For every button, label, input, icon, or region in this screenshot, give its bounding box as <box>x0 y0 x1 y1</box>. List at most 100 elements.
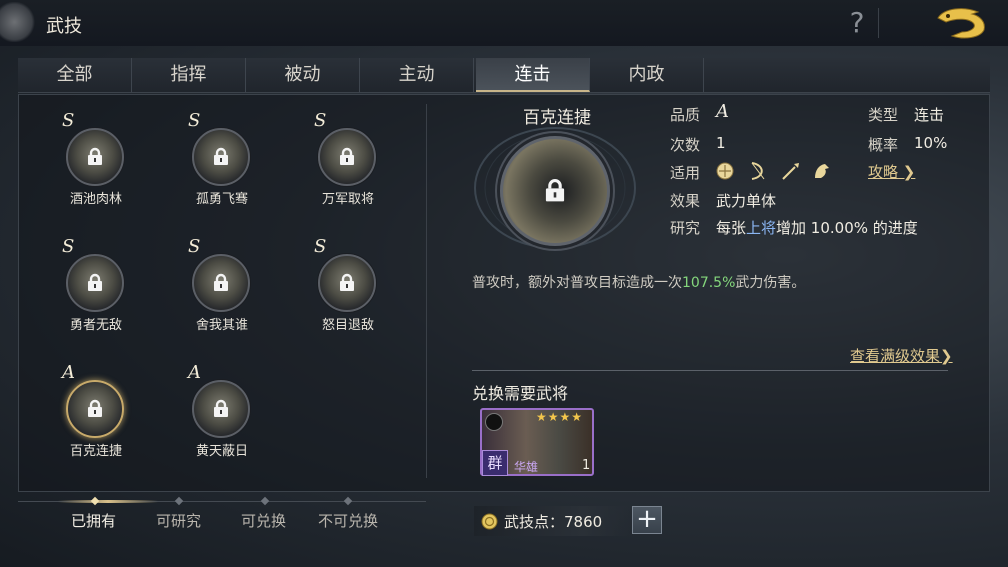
dragon-emblem-icon <box>0 2 36 42</box>
shield-icon <box>716 162 734 180</box>
lock-icon <box>88 399 102 417</box>
research-pre: 每张 <box>716 219 747 237</box>
panel-divider <box>426 104 427 478</box>
tab-passive[interactable]: 被动 <box>246 58 360 92</box>
chevron-right-icon: ❯ <box>940 347 953 365</box>
back-button[interactable] <box>934 4 990 42</box>
skill-name: 酒池肉林 <box>69 192 122 207</box>
filter-exchangeable[interactable]: 可兑换 <box>241 510 286 531</box>
category-tabs: 全部 指挥 被动 主动 连击 内政 <box>18 58 990 93</box>
apply-label: 适用 <box>670 164 701 182</box>
skill-name: 舍我其谁 <box>195 318 248 333</box>
filter-dot <box>343 496 353 506</box>
strategy-link-label: 攻略 <box>868 163 899 181</box>
research-label: 研究 <box>670 219 701 237</box>
skill-portrait <box>66 128 124 186</box>
tab-active[interactable]: 主动 <box>360 58 474 92</box>
star-rating: ★★★★ <box>536 410 584 424</box>
type-value: 连击 <box>914 106 945 124</box>
detail-portrait <box>500 136 610 246</box>
full-effect-label: 查看满级效果 <box>850 347 941 365</box>
quality-label: 品质 <box>670 106 701 124</box>
faction-badge: 群 <box>482 450 508 476</box>
lock-icon <box>88 147 102 165</box>
coin-icon <box>481 513 498 530</box>
desc-post: 武力伤害。 <box>735 275 806 291</box>
skill-name: 百克连捷 <box>69 444 122 459</box>
tab-all[interactable]: 全部 <box>18 58 132 92</box>
desc-highlight: 107.5% <box>682 275 736 291</box>
skill-portrait <box>318 254 376 312</box>
skill-portrait <box>318 128 376 186</box>
count-value: 1 <box>716 134 726 152</box>
quality-value: A <box>716 101 729 122</box>
add-points-button[interactable]: + <box>632 506 662 534</box>
effect-label: 效果 <box>670 192 701 210</box>
skill-rank: A <box>62 362 75 383</box>
skill-rank: A <box>188 362 201 383</box>
tab-domestic[interactable]: 内政 <box>590 58 704 92</box>
skill-name: 怒目退敌 <box>321 318 374 333</box>
divider <box>878 8 879 38</box>
skill-item[interactable]: S 孤勇飞骞 <box>182 110 262 207</box>
view-full-effect-link[interactable]: 查看满级效果❯ <box>850 345 953 366</box>
skill-item[interactable]: S 万军取将 <box>308 110 388 207</box>
skill-rank: S <box>314 236 327 257</box>
help-button[interactable]: ? <box>843 6 871 40</box>
lock-icon <box>214 147 228 165</box>
skill-points: 武技点：7860 <box>504 513 603 531</box>
filter-track <box>18 496 426 506</box>
skill-rank: S <box>314 110 327 131</box>
lock-icon <box>214 399 228 417</box>
skill-item[interactable]: S 酒池肉林 <box>56 110 136 207</box>
research-highlight: 上将 <box>746 219 777 237</box>
skill-portrait <box>66 380 124 438</box>
filter-glow <box>58 500 158 503</box>
filter-dot <box>90 496 100 506</box>
skill-rank: S <box>188 110 201 131</box>
type-label: 类型 <box>868 106 899 124</box>
skill-rank: S <box>62 110 75 131</box>
skill-rank: S <box>188 236 201 257</box>
divider <box>472 370 948 371</box>
horse-icon <box>815 164 829 178</box>
filter-dot <box>260 496 270 506</box>
hero-name: 华雄 <box>514 460 539 474</box>
skill-item[interactable]: S 勇者无敌 <box>56 236 136 333</box>
skill-rank: S <box>62 236 75 257</box>
tab-command[interactable]: 指挥 <box>132 58 246 92</box>
lock-icon <box>545 179 565 202</box>
research-post: 增加 10.00% 的进度 <box>776 219 918 237</box>
lock-icon <box>340 273 354 291</box>
count-label: 次数 <box>670 136 701 154</box>
strategy-link[interactable]: 攻略 ❯ <box>868 161 915 182</box>
skill-description: 普攻时，额外对普攻目标造成一次107.5%武力伤害。 <box>472 272 805 292</box>
skill-item[interactable]: S 怒目退敌 <box>308 236 388 333</box>
skill-portrait <box>192 254 250 312</box>
skill-item[interactable]: A 黄天蔽日 <box>182 362 262 459</box>
skill-item-selected[interactable]: A 百克连捷 <box>56 362 136 459</box>
skill-portrait <box>192 380 250 438</box>
filter-owned[interactable]: 已拥有 <box>71 510 116 531</box>
skill-portrait <box>192 128 250 186</box>
skill-item[interactable]: S 舍我其谁 <box>182 236 262 333</box>
hero-card[interactable]: ★★★★ 群 华雄 1 <box>480 408 594 476</box>
chevron-right-icon: ❯ <box>898 163 916 181</box>
lock-icon <box>88 273 102 291</box>
filter-researchable[interactable]: 可研究 <box>156 510 201 531</box>
chance-label: 概率 <box>868 136 899 154</box>
research-value: 每张上将增加 10.00% 的进度 <box>716 217 918 238</box>
skill-portrait <box>66 254 124 312</box>
lock-icon <box>214 273 228 291</box>
filter-not-exchangeable[interactable]: 不可兑换 <box>318 510 378 531</box>
desc-pre: 普攻时，额外对普攻目标造成一次 <box>472 275 682 291</box>
dragon-back-icon <box>937 8 985 39</box>
tab-combo[interactable]: 连击 <box>476 58 590 92</box>
cavalry-icon <box>485 413 503 431</box>
chance-value: 10% <box>914 134 948 152</box>
lock-icon <box>340 147 354 165</box>
skill-name: 黄天蔽日 <box>195 444 248 459</box>
spear-icon <box>782 163 799 180</box>
skill-name: 勇者无敌 <box>69 318 122 333</box>
skill-name: 孤勇飞骞 <box>195 192 248 207</box>
